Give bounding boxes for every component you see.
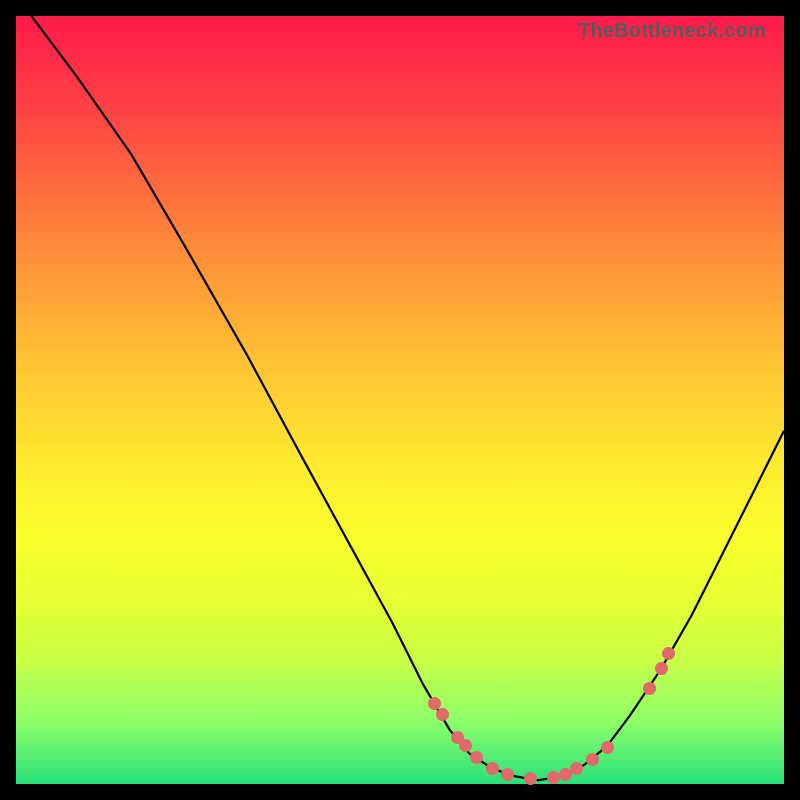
data-point	[643, 682, 656, 695]
data-point	[601, 741, 614, 754]
data-point	[470, 751, 483, 764]
chart-container: TheBottleneck.com	[0, 0, 800, 800]
bottleneck-curve	[16, 16, 784, 784]
data-point	[586, 753, 599, 766]
data-point	[486, 762, 499, 775]
data-point	[459, 739, 472, 752]
plot-area: TheBottleneck.com	[16, 16, 784, 784]
data-point	[655, 662, 668, 675]
